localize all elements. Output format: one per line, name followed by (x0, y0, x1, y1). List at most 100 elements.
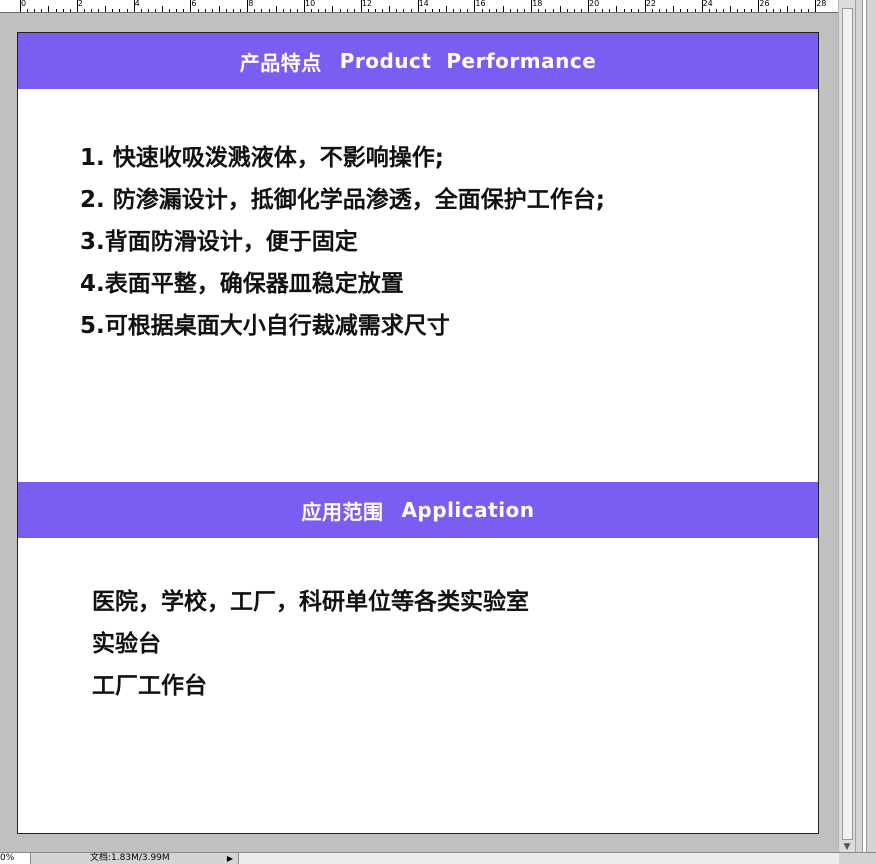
ruler-tick (652, 9, 653, 12)
scroll-down-arrow-icon[interactable]: ▼ (842, 842, 852, 852)
ruler-tick (183, 9, 184, 12)
ruler-tick (98, 9, 99, 12)
ruler-tick (176, 9, 177, 12)
status-bar: 0% 文档:1.83M/3.99M ▶ (0, 852, 876, 864)
ruler-tick (269, 9, 270, 12)
ruler-tick (240, 9, 241, 12)
section-title-cn: 产品特点 (239, 50, 322, 75)
ruler-tick (105, 6, 106, 12)
feature-list: 1. 快速收吸泼溅液体，不影响操作; 2. 防渗漏设计，抵御化学品渗透，全面保护… (80, 137, 605, 347)
ruler-tick (496, 9, 497, 12)
list-item: 医院，学校，工厂，科研单位等各类实验室 (92, 589, 529, 615)
ruler-tick (687, 9, 688, 12)
document-info: 文档:1.83M/3.99M (90, 853, 170, 863)
ruler-tick (190, 0, 191, 12)
ruler-tick (560, 6, 561, 12)
ruler-tick (467, 9, 468, 12)
list-item: 3.背面防滑设计，便于固定 (80, 229, 358, 255)
ruler-tick (396, 9, 397, 12)
ruler-tick (254, 9, 255, 12)
ruler-tick (311, 9, 312, 12)
ruler-tick (801, 9, 802, 12)
ruler-number: 26 (759, 0, 770, 8)
ruler-tick (63, 9, 64, 12)
ruler-tick (219, 6, 220, 12)
ruler-tick (538, 9, 539, 12)
ruler-tick (716, 9, 717, 12)
ruler-number: 18 (532, 0, 543, 8)
scrollbar-thumb[interactable] (842, 8, 853, 840)
ruler-tick (517, 9, 518, 12)
ruler-tick (141, 9, 142, 12)
ruler-tick (155, 9, 156, 12)
list-item: 4.表面平整，确保器皿稳定放置 (80, 271, 404, 297)
ruler-tick (418, 0, 419, 12)
ruler-tick (638, 9, 639, 12)
ruler-tick (595, 9, 596, 12)
document-canvas: 产品特点 Product Performance 1. 快速收吸泼溅液体，不影响… (17, 32, 819, 834)
ruler-number: 20 (589, 0, 600, 8)
ruler-tick (624, 9, 625, 12)
list-item: 工厂工作台 (92, 673, 207, 699)
ruler-number: 12 (361, 0, 372, 8)
ruler-number: 14 (418, 0, 429, 8)
ruler-tick (403, 9, 404, 12)
ruler-tick (631, 9, 632, 12)
panel-divider (862, 0, 867, 852)
ruler-tick (261, 9, 262, 12)
ruler-tick (815, 0, 816, 12)
ruler-tick (41, 9, 42, 12)
ruler-tick (375, 9, 376, 12)
ruler-tick (787, 6, 788, 12)
ruler-tick (744, 9, 745, 12)
ruler-tick (737, 9, 738, 12)
list-item: 实验台 (92, 631, 161, 657)
ruler-tick (368, 9, 369, 12)
status-menu-arrow-icon[interactable]: ▶ (224, 853, 236, 864)
ruler-tick (162, 6, 163, 12)
ruler-tick (233, 9, 234, 12)
ruler-tick (332, 6, 333, 12)
ruler-tick (20, 0, 21, 12)
section-header-application: 应用范围 Application (18, 482, 818, 538)
ruler-tick (340, 9, 341, 12)
horizontal-scrollbar[interactable] (238, 853, 839, 864)
ruler-tick (148, 9, 149, 12)
ruler-tick (169, 9, 170, 12)
ruler-tick (751, 9, 752, 12)
ruler-tick (524, 9, 525, 12)
section-header-product-performance: 产品特点 Product Performance (18, 33, 818, 89)
ruler-tick (439, 9, 440, 12)
ruler-number: 2 (77, 0, 83, 8)
ruler-tick (453, 9, 454, 12)
ruler-tick (318, 9, 319, 12)
ruler-tick (361, 0, 362, 12)
horizontal-ruler: 0 2 4 6 8 10 12 14 16 18 20 22 24 26 28 (0, 0, 838, 13)
ruler-tick (666, 9, 667, 12)
ruler-tick (34, 9, 35, 12)
ruler-tick (226, 9, 227, 12)
list-item: 1. 快速收吸泼溅液体，不影响操作; (80, 145, 444, 171)
ruler-tick (119, 9, 120, 12)
ruler-tick (411, 9, 412, 12)
ruler-tick (673, 6, 674, 12)
ruler-tick (794, 9, 795, 12)
ruler-tick (198, 9, 199, 12)
ruler-tick (545, 9, 546, 12)
ruler-tick (489, 9, 490, 12)
ruler-number: 4 (134, 0, 140, 8)
ruler-tick (567, 9, 568, 12)
ruler-tick (616, 6, 617, 12)
ruler-tick (325, 9, 326, 12)
ruler-tick (680, 9, 681, 12)
ruler-tick (134, 0, 135, 12)
ruler-tick (574, 9, 575, 12)
ruler-tick (553, 9, 554, 12)
zoom-level-field[interactable]: 0% (0, 853, 31, 864)
ruler-number: 16 (475, 0, 486, 8)
ruler-tick (27, 9, 28, 12)
vertical-scrollbar[interactable]: ▼ (838, 0, 855, 852)
ruler-tick (432, 9, 433, 12)
ruler-tick (290, 9, 291, 12)
ruler-tick (702, 0, 703, 12)
